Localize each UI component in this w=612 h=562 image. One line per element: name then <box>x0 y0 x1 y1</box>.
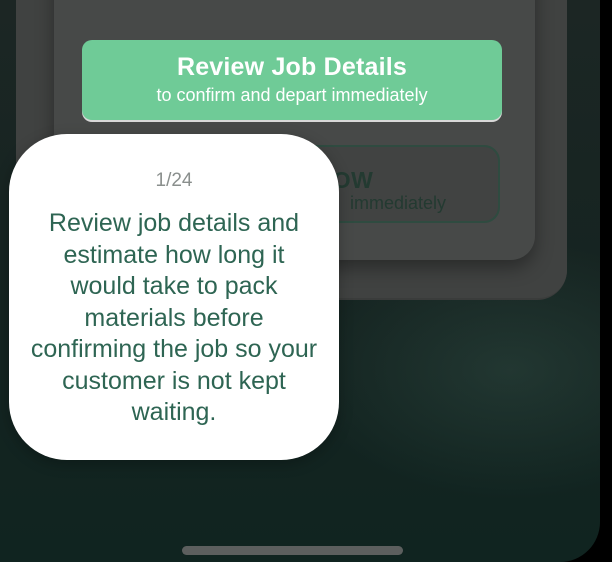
onboarding-tooltip[interactable]: 1/24 Review job details and estimate how… <box>9 134 339 460</box>
app-screen: Review Job Details to confirm and depart… <box>0 0 600 562</box>
review-job-details-button[interactable]: Review Job Details to confirm and depart… <box>82 40 502 120</box>
tooltip-step-counter: 1/24 <box>155 170 193 191</box>
home-indicator[interactable] <box>182 546 403 555</box>
review-job-details-subtitle: to confirm and depart immediately <box>156 85 428 105</box>
review-job-details-title: Review Job Details <box>176 53 408 81</box>
tooltip-message: Review job details and estimate how long… <box>30 209 318 426</box>
device-edge <box>600 0 612 562</box>
